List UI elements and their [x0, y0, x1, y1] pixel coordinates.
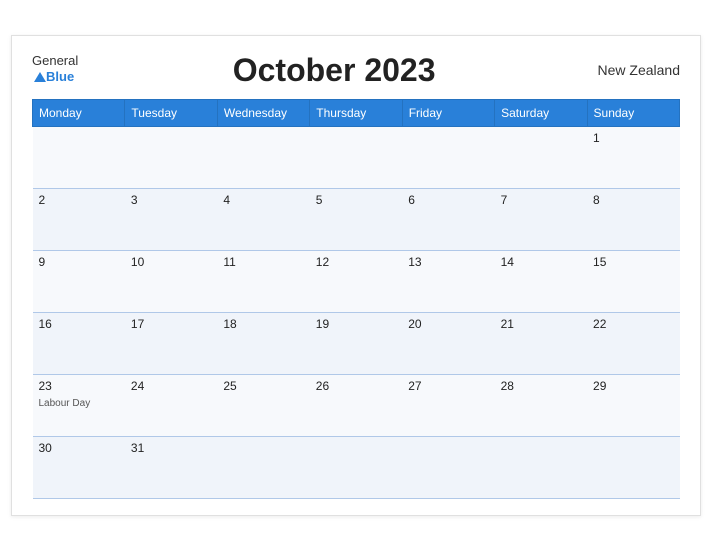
calendar-cell: 1: [587, 126, 679, 188]
calendar-cell: 19: [310, 312, 402, 374]
day-number: 1: [593, 131, 673, 145]
week-row-5: 30 31: [33, 436, 680, 498]
day-number: 24: [131, 379, 211, 393]
week-row-0: 1: [33, 126, 680, 188]
calendar-cell: [402, 126, 494, 188]
calendar-cell: 3: [125, 188, 217, 250]
calendar-header: General Blue October 2023 New Zealand: [32, 52, 680, 89]
calendar-cell: [33, 126, 125, 188]
logo-general-text: General: [32, 54, 78, 68]
calendar-cell: 20: [402, 312, 494, 374]
day-number: 31: [131, 441, 211, 455]
calendar-table: MondayTuesdayWednesdayThursdayFridaySatu…: [32, 99, 680, 499]
day-number: 9: [39, 255, 119, 269]
calendar-cell: 25: [217, 374, 309, 436]
calendar-cell: 31: [125, 436, 217, 498]
day-number: 6: [408, 193, 488, 207]
calendar-cell: 6: [402, 188, 494, 250]
day-number: 15: [593, 255, 673, 269]
day-number: 4: [223, 193, 303, 207]
day-number: 26: [316, 379, 396, 393]
day-number: 11: [223, 255, 303, 269]
calendar-cell: 22: [587, 312, 679, 374]
calendar-cell: 21: [495, 312, 587, 374]
day-number: 3: [131, 193, 211, 207]
calendar-cell: 7: [495, 188, 587, 250]
calendar-cell: [495, 126, 587, 188]
day-number: 28: [501, 379, 581, 393]
day-number: 19: [316, 317, 396, 331]
calendar-cell: 24: [125, 374, 217, 436]
day-number: 20: [408, 317, 488, 331]
calendar-cell: 9: [33, 250, 125, 312]
day-number: 27: [408, 379, 488, 393]
holiday-label: Labour Day: [39, 398, 91, 409]
calendar-cell: 10: [125, 250, 217, 312]
calendar-cell: [495, 436, 587, 498]
day-number: 8: [593, 193, 673, 207]
day-number: 22: [593, 317, 673, 331]
day-number: 5: [316, 193, 396, 207]
calendar-thead: MondayTuesdayWednesdayThursdayFridaySatu…: [33, 99, 680, 126]
logo: General Blue: [32, 54, 78, 86]
week-row-2: 9 10 11 12 13 14 15: [33, 250, 680, 312]
logo-blue-text: Blue: [32, 68, 78, 86]
calendar-tbody: 1234567891011121314151617181920212223Lab…: [33, 126, 680, 498]
day-number: 14: [501, 255, 581, 269]
day-number: 21: [501, 317, 581, 331]
calendar-container: General Blue October 2023 New Zealand Mo…: [11, 35, 701, 516]
calendar-cell: [402, 436, 494, 498]
day-number: 7: [501, 193, 581, 207]
calendar-cell: 12: [310, 250, 402, 312]
calendar-cell: [125, 126, 217, 188]
week-row-1: 2345678: [33, 188, 680, 250]
calendar-cell: [217, 126, 309, 188]
calendar-cell: 5: [310, 188, 402, 250]
logo-triangle-icon: [34, 72, 46, 82]
weekday-header-friday: Friday: [402, 99, 494, 126]
calendar-cell: 29: [587, 374, 679, 436]
calendar-cell: 11: [217, 250, 309, 312]
calendar-cell: 14: [495, 250, 587, 312]
calendar-cell: [587, 436, 679, 498]
day-number: 18: [223, 317, 303, 331]
weekday-header-saturday: Saturday: [495, 99, 587, 126]
calendar-cell: 26: [310, 374, 402, 436]
calendar-cell: 8: [587, 188, 679, 250]
calendar-cell: 27: [402, 374, 494, 436]
weekday-header-thursday: Thursday: [310, 99, 402, 126]
calendar-cell: 15: [587, 250, 679, 312]
calendar-cell: 4: [217, 188, 309, 250]
calendar-cell: 28: [495, 374, 587, 436]
day-number: 16: [39, 317, 119, 331]
weekday-header-wednesday: Wednesday: [217, 99, 309, 126]
calendar-cell: [310, 126, 402, 188]
calendar-cell: 23 Labour Day: [33, 374, 125, 436]
calendar-title: October 2023: [78, 52, 590, 89]
calendar-cell: 2: [33, 188, 125, 250]
calendar-country: New Zealand: [590, 62, 680, 78]
day-number: 30: [39, 441, 119, 455]
day-number: 12: [316, 255, 396, 269]
calendar-cell: 30: [33, 436, 125, 498]
day-number: 23: [39, 379, 119, 393]
day-number: 13: [408, 255, 488, 269]
day-number: 2: [39, 193, 119, 207]
day-number: 10: [131, 255, 211, 269]
calendar-cell: 16: [33, 312, 125, 374]
week-row-3: 16 17 18 19 20 21 22: [33, 312, 680, 374]
calendar-cell: [310, 436, 402, 498]
day-number: 29: [593, 379, 673, 393]
calendar-cell: [217, 436, 309, 498]
weekday-header-monday: Monday: [33, 99, 125, 126]
weekday-header-sunday: Sunday: [587, 99, 679, 126]
calendar-cell: 13: [402, 250, 494, 312]
week-row-4: 23 Labour Day 24 25 26 27 28 29: [33, 374, 680, 436]
day-number: 17: [131, 317, 211, 331]
weekday-header-row: MondayTuesdayWednesdayThursdayFridaySatu…: [33, 99, 680, 126]
weekday-header-tuesday: Tuesday: [125, 99, 217, 126]
calendar-cell: 18: [217, 312, 309, 374]
calendar-cell: 17: [125, 312, 217, 374]
day-number: 25: [223, 379, 303, 393]
